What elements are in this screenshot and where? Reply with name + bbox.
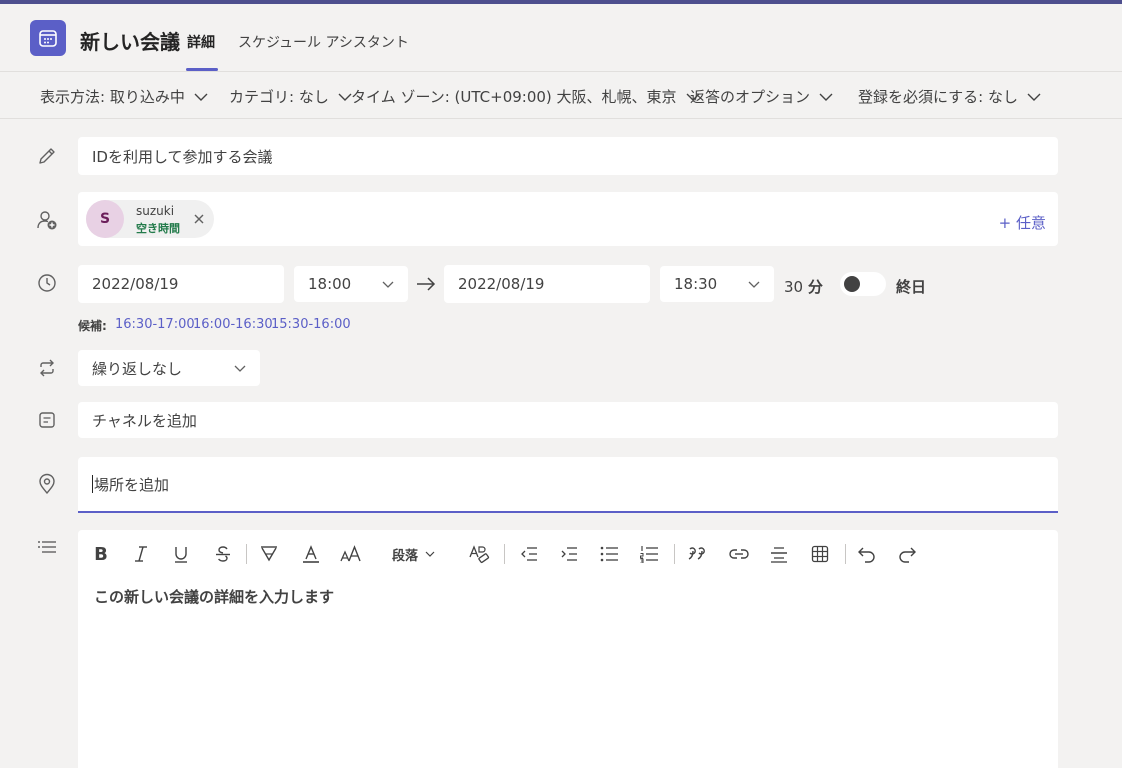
avatar: S	[86, 200, 124, 238]
arrow-right-icon	[414, 274, 438, 294]
font-color-icon[interactable]	[296, 542, 326, 566]
meeting-details-editor[interactable]: B 段落 この新しい会議の詳細を入力します	[78, 530, 1058, 768]
clock-icon	[36, 272, 58, 294]
chevron-down-icon	[1027, 93, 1041, 101]
add-optional-attendee-link[interactable]: + 任意	[999, 212, 1046, 233]
toolbar-divider	[674, 544, 675, 564]
details-list-icon	[36, 536, 58, 558]
toolbar-divider	[246, 544, 247, 564]
timezone-label: タイム ゾーン: (UTC+09:00) 大阪、札幌、東京	[351, 88, 677, 106]
show-as-dropdown[interactable]: 表示方法: 取り込み中	[40, 86, 209, 107]
close-icon[interactable]	[190, 210, 208, 228]
registration-label: 登録を必須にする: なし	[858, 88, 1018, 106]
attendee-name: suzuki	[136, 204, 175, 218]
start-date-input[interactable]: 2022/08/19	[78, 265, 284, 303]
editor-placeholder: この新しい会議の詳細を入力します	[94, 588, 335, 606]
channel-placeholder: チャネルを追加	[92, 411, 197, 430]
start-time-select[interactable]: 18:00	[294, 266, 408, 302]
attendee-chip[interactable]: S suzuki 空き時間	[86, 200, 214, 238]
response-options-dropdown[interactable]: 返答のオプション	[690, 86, 834, 107]
registration-dropdown[interactable]: 登録を必須にする: なし	[858, 86, 1042, 107]
chevron-down-icon	[234, 365, 246, 372]
chevron-down-icon	[382, 281, 394, 288]
redo-icon[interactable]	[892, 542, 922, 566]
horizontal-rule-icon[interactable]	[764, 542, 794, 566]
calendar-icon	[30, 20, 66, 56]
suggestions-label: 候補:	[78, 319, 107, 333]
start-time-value: 18:00	[308, 275, 352, 293]
chevron-down-icon	[425, 551, 435, 557]
end-time-select[interactable]: 18:30	[660, 266, 774, 302]
duration-display: 30 分	[784, 276, 823, 297]
repeat-icon	[36, 357, 58, 379]
duration-number: 30	[784, 278, 804, 296]
meeting-options-bar: 表示方法: 取り込み中 カテゴリ: なし タイム ゾーン: (UTC+09:00…	[0, 73, 1122, 119]
bulleted-list-icon[interactable]	[594, 542, 624, 566]
timezone-dropdown[interactable]: タイム ゾーン: (UTC+09:00) 大阪、札幌、東京	[351, 86, 701, 107]
italic-icon[interactable]	[126, 542, 156, 566]
suggestion-slot[interactable]: 16:00-16:30	[193, 317, 273, 332]
attendees-input[interactable]	[78, 192, 1058, 246]
show-as-label: 表示方法: 取り込み中	[40, 88, 185, 106]
suggestion-slot[interactable]: 15:30-16:00	[271, 317, 351, 332]
channel-icon	[36, 409, 58, 431]
start-date-value: 2022/08/19	[92, 275, 179, 293]
location-input[interactable]: 場所を追加	[78, 457, 1058, 513]
repeat-value: 繰り返しなし	[92, 359, 183, 378]
all-day-label: 終日	[896, 278, 927, 296]
strikethrough-icon[interactable]	[208, 542, 238, 566]
undo-icon[interactable]	[852, 542, 882, 566]
add-person-icon	[36, 209, 58, 231]
increase-indent-icon[interactable]	[554, 542, 584, 566]
paragraph-style-dropdown[interactable]: 段落	[392, 542, 448, 566]
all-day-toggle[interactable]	[840, 272, 886, 296]
tab-details[interactable]: 詳細	[187, 32, 215, 52]
category-dropdown[interactable]: カテゴリ: なし	[229, 86, 353, 107]
attendee-availability: 空き時間	[136, 222, 180, 235]
meeting-header: 新しい会議 詳細 スケジュール アシスタント	[0, 4, 1122, 72]
numbered-list-icon[interactable]	[634, 542, 664, 566]
page-title: 新しい会議	[80, 30, 180, 54]
toolbar-divider	[845, 544, 846, 564]
highlight-icon[interactable]	[254, 542, 284, 566]
meeting-title-value: IDを利用して参加する会議	[92, 147, 273, 166]
quote-icon[interactable]	[682, 542, 712, 566]
link-icon[interactable]	[724, 542, 754, 566]
end-date-value: 2022/08/19	[458, 275, 545, 293]
underline-icon[interactable]	[166, 542, 196, 566]
pencil-icon	[36, 145, 58, 167]
duration-unit: 分	[807, 278, 823, 296]
font-size-icon[interactable]	[336, 542, 366, 566]
decrease-indent-icon[interactable]	[514, 542, 544, 566]
category-label: カテゴリ: なし	[229, 88, 329, 106]
active-tab-indicator	[186, 68, 218, 71]
chevron-down-icon	[748, 281, 760, 288]
bold-icon[interactable]: B	[86, 542, 116, 566]
table-icon[interactable]	[805, 542, 835, 566]
toolbar-divider	[504, 544, 505, 564]
chevron-down-icon	[819, 93, 833, 101]
channel-input[interactable]: チャネルを追加	[78, 402, 1058, 438]
paragraph-style-label: 段落	[392, 548, 419, 564]
location-pin-icon	[36, 473, 58, 495]
text-cursor	[92, 475, 93, 493]
meeting-title-input[interactable]: IDを利用して参加する会議	[78, 137, 1058, 175]
suggestion-slot[interactable]: 16:30-17:00	[115, 317, 195, 332]
end-date-input[interactable]: 2022/08/19	[444, 265, 650, 303]
repeat-select[interactable]: 繰り返しなし	[78, 350, 260, 386]
chevron-down-icon	[194, 93, 208, 101]
tab-scheduling-assistant[interactable]: スケジュール アシスタント	[238, 32, 409, 52]
location-placeholder: 場所を追加	[94, 475, 170, 494]
end-time-value: 18:30	[674, 275, 718, 293]
clear-formatting-icon[interactable]	[464, 542, 494, 566]
toggle-knob	[844, 276, 860, 292]
response-options-label: 返答のオプション	[690, 88, 811, 106]
